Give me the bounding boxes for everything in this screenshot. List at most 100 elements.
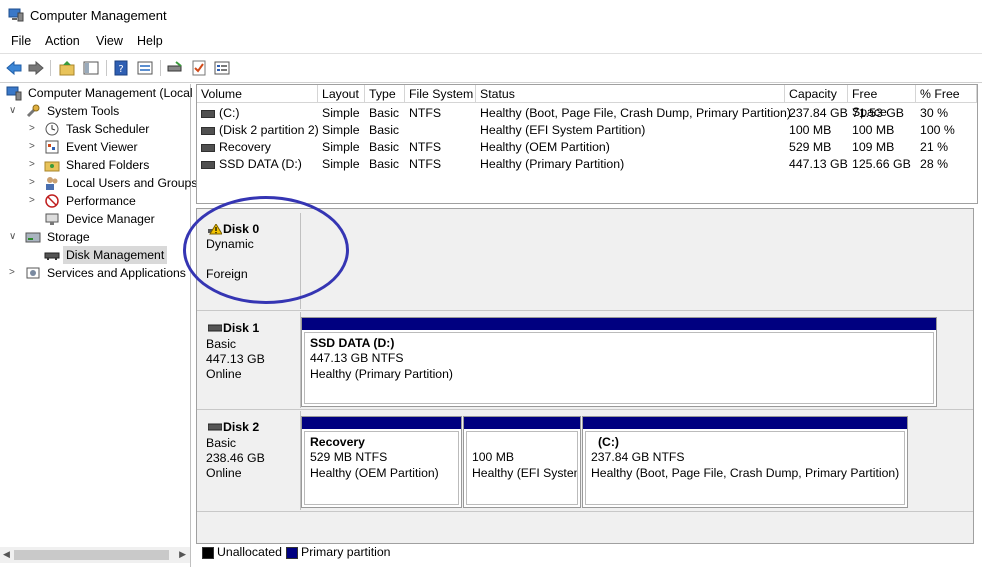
partition-c-drive[interactable]: (C:) 237.84 GB NTFS Healthy (Boot, Page … [582, 416, 908, 508]
partition-recovery[interactable]: Recovery 529 MB NTFS Healthy (OEM Partit… [301, 416, 462, 508]
column-header-type[interactable]: Type [365, 85, 405, 103]
volume-icon [201, 144, 215, 152]
partition-efi-system[interactable]: 100 MB Healthy (EFI System [463, 416, 581, 508]
partition-body: Recovery 529 MB NTFS Healthy (OEM Partit… [304, 431, 459, 505]
tree-label: Performance [66, 194, 136, 208]
details-view-icon[interactable] [213, 59, 231, 77]
column-header-free-space[interactable]: Free Space [848, 85, 916, 119]
expand-chevron-icon[interactable]: > [29, 142, 39, 152]
column-header-capacity[interactable]: Capacity [785, 85, 848, 103]
partition-title: (C:) [598, 435, 619, 449]
menu-help[interactable]: Help [137, 34, 163, 48]
table-cell: NTFS [409, 157, 442, 171]
primary-partition-bar [302, 318, 936, 330]
column-header-percent-free[interactable]: % Free [916, 85, 977, 103]
column-header-file-system[interactable]: File System [405, 85, 476, 103]
divider [197, 409, 973, 410]
device-manager-icon [45, 213, 59, 225]
legend-label-primary-partition: Primary partition [301, 545, 391, 559]
primary-partition-bar [583, 417, 907, 429]
partition-size: 447.13 GB NTFS [310, 351, 404, 365]
table-cell[interactable]: (C:) [215, 105, 240, 122]
expand-chevron-icon[interactable]: > [29, 160, 39, 170]
up-folder-icon[interactable] [58, 59, 76, 77]
table-cell [405, 122, 409, 139]
column-header-volume[interactable]: Volume [197, 85, 318, 103]
tree-label: Disk Management [63, 246, 168, 264]
expand-chevron-icon[interactable]: > [29, 178, 39, 188]
table-cell[interactable]: Recovery [215, 139, 271, 156]
table-cell: Simple [322, 157, 360, 171]
disk-size: 238.46 GB [206, 451, 265, 465]
tree-label: Local Users and Groups [66, 176, 198, 190]
toolbar-separator [106, 60, 107, 76]
partition-size: 237.84 GB NTFS [591, 450, 685, 464]
tools-icon [26, 104, 40, 118]
expand-chevron-icon[interactable]: > [29, 196, 39, 206]
legend-swatch-unallocated [202, 547, 214, 559]
menu-bar: File Action View Help [0, 31, 982, 52]
column-header-status[interactable]: Status [476, 85, 785, 103]
expand-chevron-icon[interactable]: ∨ [9, 232, 19, 242]
table-cell: Healthy (EFI System Partition) [480, 123, 646, 137]
partition-body: (C:) 237.84 GB NTFS Healthy (Boot, Page … [585, 431, 905, 505]
expand-chevron-icon[interactable]: > [9, 268, 19, 278]
annotation-circle [183, 196, 349, 304]
menu-file[interactable]: File [11, 34, 31, 48]
table-cell: 21 % [920, 140, 949, 154]
partition-status: Healthy (EFI System [472, 466, 578, 480]
table-cell: 100 MB [789, 123, 832, 137]
navigation-tree: Computer Management (Local ∨ System Tool… [0, 84, 197, 567]
properties-icon[interactable] [136, 59, 154, 77]
partition-size: 100 MB [472, 450, 515, 464]
title-bar: Computer Management [0, 0, 982, 31]
scrollbar-thumb[interactable] [14, 550, 169, 560]
partition-ssd-data[interactable]: SSD DATA (D:) 447.13 GB NTFS Healthy (Pr… [301, 317, 937, 407]
tree-label: Storage [47, 230, 90, 244]
disk-icon [208, 423, 222, 431]
partition-status: Healthy (Primary Partition) [310, 367, 453, 381]
table-cell: 109 MB [852, 140, 895, 154]
show-hide-tree-icon[interactable] [82, 59, 100, 77]
tree-horizontal-scrollbar[interactable]: ◀ ▶ [0, 547, 190, 563]
table-cell: NTFS [409, 140, 442, 154]
scroll-right-arrow-icon[interactable]: ▶ [179, 549, 186, 560]
disk-type: Basic [206, 337, 237, 351]
expand-chevron-icon[interactable]: > [29, 124, 39, 134]
partition-body: SSD DATA (D:) 447.13 GB NTFS Healthy (Pr… [304, 332, 934, 404]
users-icon [46, 177, 58, 190]
event-viewer-icon [45, 140, 59, 154]
forward-arrow-icon[interactable] [27, 59, 45, 77]
disk-2-label[interactable]: Disk 2 Basic 238.46 GB Online [197, 411, 301, 510]
partition-status: Healthy (OEM Partition) [310, 466, 439, 480]
disk-size: 447.13 GB [206, 352, 265, 366]
help-icon[interactable]: ? [112, 59, 130, 77]
partition-title: Recovery [310, 435, 365, 449]
volume-icon [201, 161, 215, 169]
tree-label: Shared Folders [66, 158, 150, 172]
table-cell: Simple [322, 106, 360, 120]
partition-size: 529 MB NTFS [310, 450, 388, 464]
back-arrow-icon[interactable] [5, 59, 23, 77]
tree-label: Event Viewer [66, 140, 138, 154]
table-cell: Basic [369, 157, 400, 171]
tree-label: System Tools [47, 104, 120, 118]
scroll-left-arrow-icon[interactable]: ◀ [3, 549, 10, 560]
expand-chevron-icon[interactable]: ∨ [9, 106, 19, 116]
table-cell: Basic [369, 123, 400, 137]
menu-view[interactable]: View [96, 34, 123, 48]
column-header-layout[interactable]: Layout [318, 85, 365, 103]
clock-icon [45, 122, 59, 136]
connect-drive-icon[interactable] [166, 59, 184, 77]
legend: Unallocated Primary partition [196, 544, 982, 564]
table-cell[interactable]: SSD DATA (D:) [215, 156, 302, 173]
table-cell: 71.53 GB [852, 106, 904, 120]
disk-1-label[interactable]: Disk 1 Basic 447.13 GB Online [197, 312, 301, 408]
table-cell: Healthy (Primary Partition) [480, 157, 625, 171]
primary-partition-bar [302, 417, 461, 429]
computer-management-icon [8, 8, 24, 22]
check-list-icon[interactable] [190, 59, 208, 77]
table-cell[interactable]: (Disk 2 partition 2) [215, 122, 319, 139]
toolbar-separator [50, 60, 51, 76]
menu-action[interactable]: Action [45, 34, 80, 48]
